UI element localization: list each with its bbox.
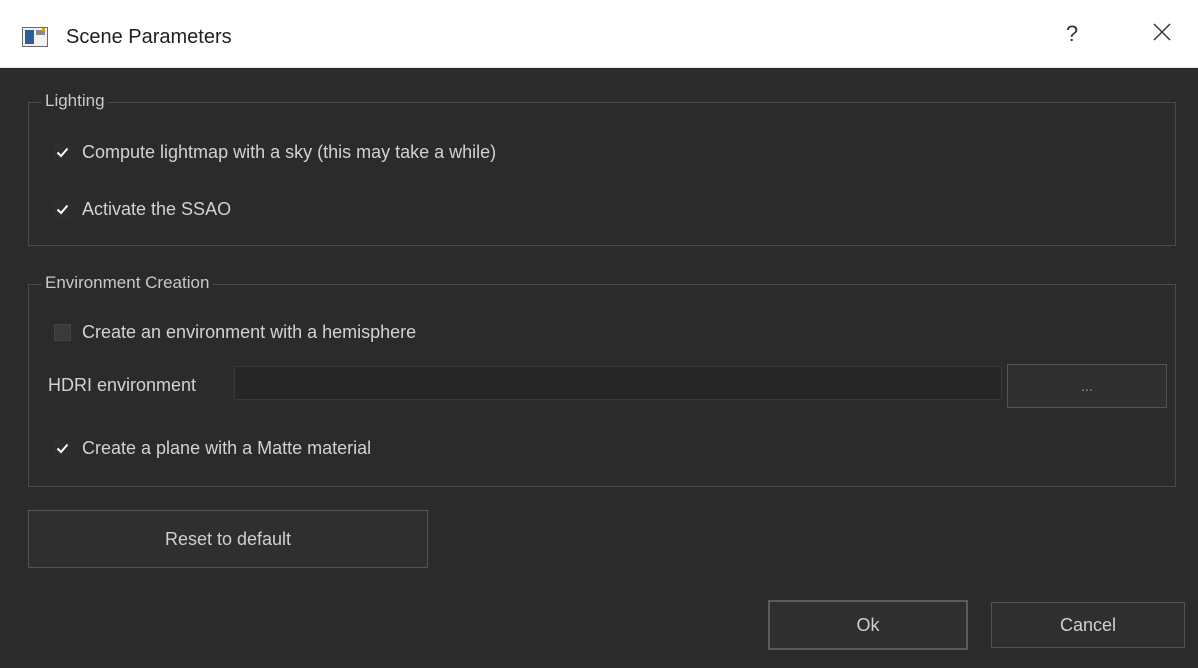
scene-parameters-dialog: Scene Parameters ? Lighting Compute ligh…: [0, 0, 1198, 668]
hdri-environment-label: HDRI environment: [48, 375, 197, 395]
checkbox-checked-icon[interactable]: [54, 201, 71, 218]
ok-button[interactable]: Ok: [768, 600, 968, 650]
sky-lightmap-label: Compute lightmap with a sky (this may ta…: [82, 142, 497, 162]
environment-group-title: Environment Creation: [42, 273, 213, 293]
ssao-label: Activate the SSAO: [82, 199, 232, 219]
matte-plane-checkbox[interactable]: Create a plane with a Matte material: [54, 438, 371, 459]
checkbox-checked-icon[interactable]: [54, 440, 71, 457]
window-title: Scene Parameters: [66, 26, 232, 48]
close-icon: [1152, 22, 1172, 47]
reset-to-default-button[interactable]: Reset to default: [28, 510, 428, 568]
hdri-path-input[interactable]: [234, 366, 1002, 400]
matte-plane-label: Create a plane with a Matte material: [82, 438, 372, 458]
ssao-checkbox[interactable]: Activate the SSAO: [54, 199, 231, 220]
lighting-group: [28, 102, 1176, 246]
browse-hdri-button[interactable]: ...: [1007, 364, 1167, 408]
close-button[interactable]: [1140, 14, 1184, 54]
checkbox-checked-icon[interactable]: [54, 144, 71, 161]
cancel-button[interactable]: Cancel: [991, 602, 1185, 648]
sky-lightmap-checkbox[interactable]: Compute lightmap with a sky (this may ta…: [54, 142, 496, 163]
app-window-icon: [22, 27, 48, 47]
help-button[interactable]: ?: [1052, 14, 1092, 54]
lighting-group-title: Lighting: [42, 91, 108, 111]
hemisphere-label: Create an environment with a hemisphere: [82, 322, 417, 342]
hemisphere-checkbox[interactable]: Create an environment with a hemisphere: [54, 322, 416, 343]
checkbox-unchecked-icon[interactable]: [54, 324, 71, 341]
title-bar: Scene Parameters ?: [0, 0, 1198, 68]
